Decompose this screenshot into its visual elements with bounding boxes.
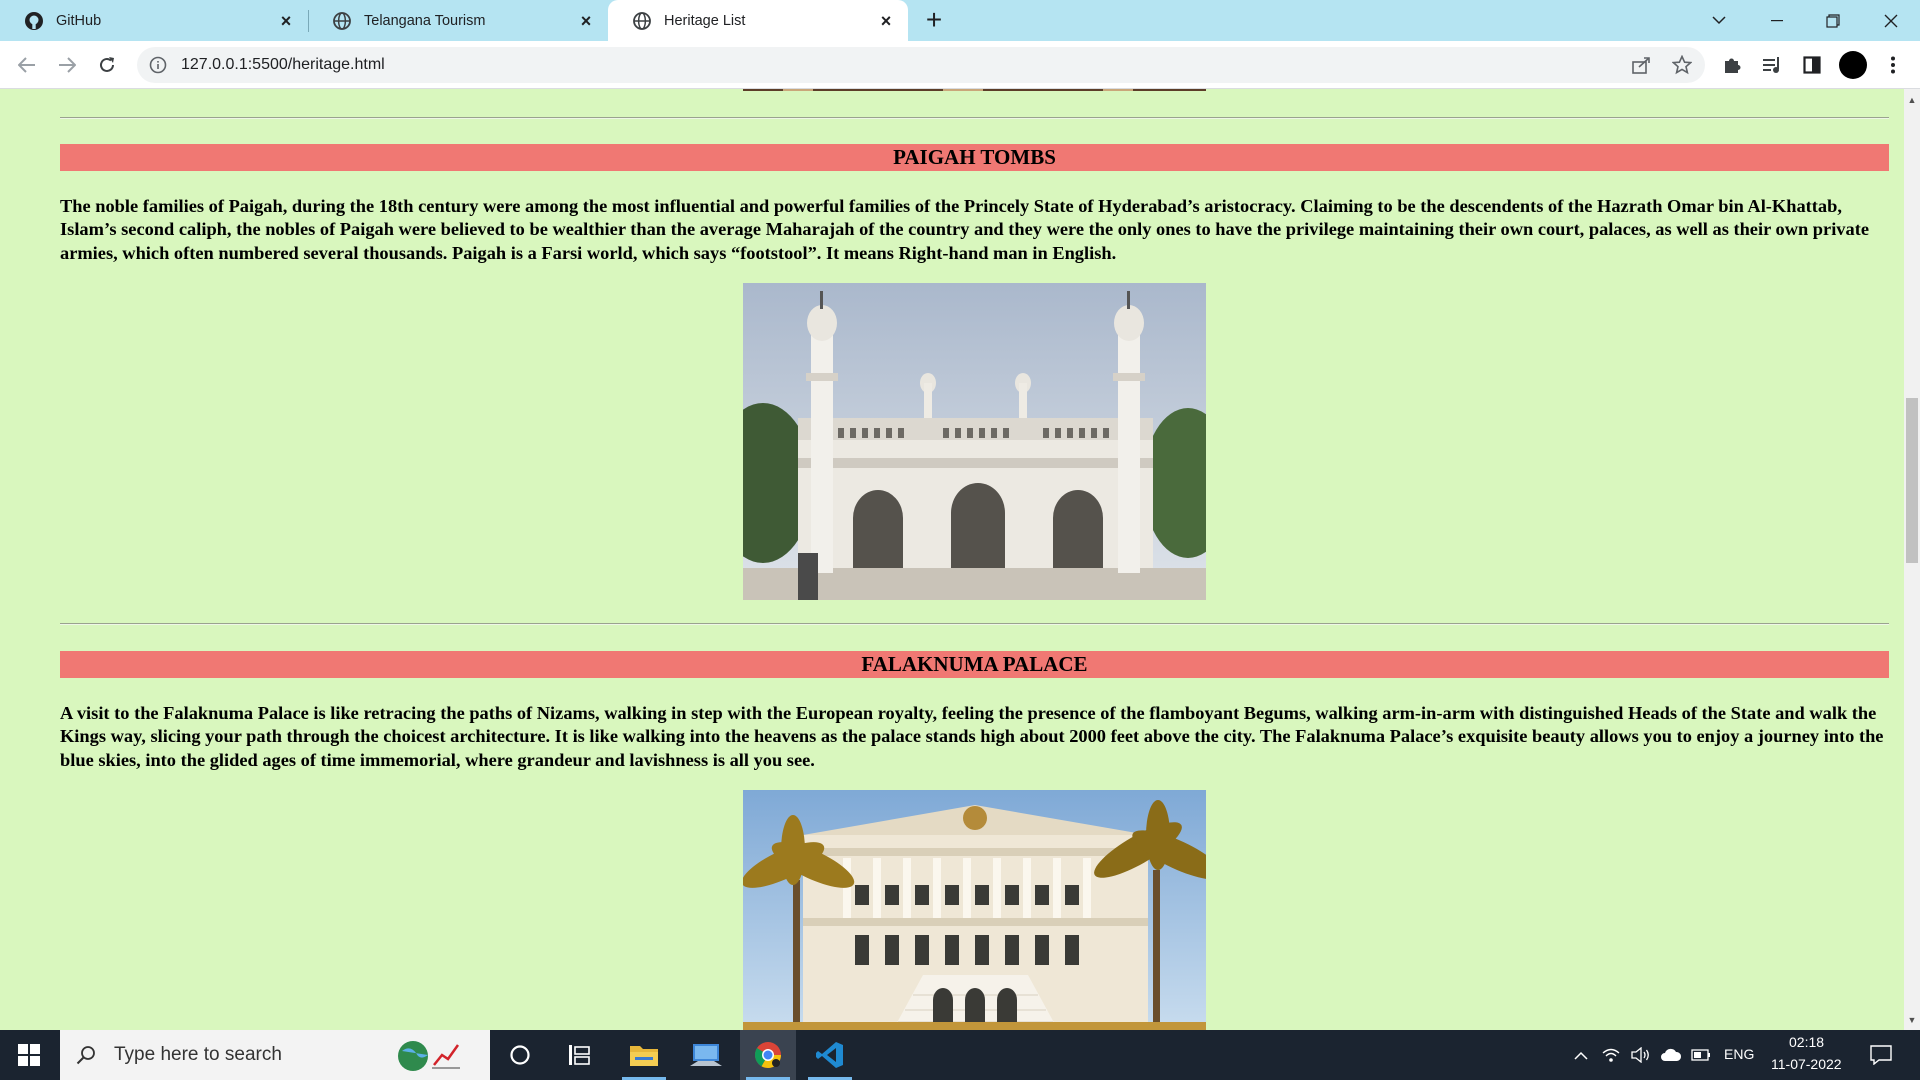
section-heading-paigah-tombs: PAIGAH TOMBS — [60, 144, 1889, 171]
address-bar[interactable]: 127.0.0.1:5500/heritage.html — [137, 47, 1705, 83]
restore-button[interactable] — [1810, 0, 1856, 41]
paigah-tombs-image — [743, 283, 1206, 600]
section-text-falaknuma-palace: A visit to the Falaknuma Palace is like … — [60, 703, 1884, 770]
profile-avatar[interactable] — [1839, 51, 1867, 79]
github-icon — [24, 11, 44, 31]
tab-heritage-list[interactable]: Heritage List × — [608, 0, 908, 41]
tab-title: Heritage List — [664, 12, 746, 29]
clock-time[interactable]: 02:18 — [1789, 1034, 1824, 1050]
wifi-icon[interactable] — [1597, 1030, 1625, 1080]
task-view-icon[interactable] — [552, 1030, 608, 1080]
share-icon[interactable] — [1628, 51, 1656, 79]
volume-icon[interactable] — [1627, 1030, 1655, 1080]
chrome-taskbar-icon[interactable] — [740, 1030, 796, 1080]
notifications-icon[interactable] — [1858, 1030, 1904, 1080]
reading-list-icon[interactable] — [1758, 51, 1786, 79]
search-placeholder: Type here to search — [114, 1044, 282, 1065]
side-panel-icon[interactable] — [1798, 51, 1826, 79]
scrollbar-thumb[interactable] — [1906, 398, 1918, 563]
section-text-paigah-tombs: The noble families of Paigah, during the… — [60, 196, 1869, 263]
windows-taskbar: Type here to search ENG 02:18 11-07-2022 — [0, 1030, 1920, 1080]
falaknuma-palace-image — [743, 790, 1206, 1030]
close-icon[interactable]: × — [276, 11, 296, 31]
globe-icon — [332, 11, 352, 31]
close-window-button[interactable] — [1868, 0, 1914, 41]
file-explorer-icon[interactable] — [616, 1030, 672, 1080]
globe-icon — [632, 11, 652, 31]
cortana-icon[interactable] — [492, 1030, 548, 1080]
close-icon[interactable]: × — [576, 11, 596, 31]
search-highlight-icon — [396, 1037, 462, 1078]
forward-button[interactable] — [51, 49, 83, 81]
start-button[interactable] — [0, 1030, 58, 1080]
extensions-puzzle-icon[interactable] — [1718, 51, 1746, 79]
browser-toolbar: 127.0.0.1:5500/heritage.html — [0, 41, 1920, 89]
scroll-up-arrow-icon[interactable]: ▲ — [1904, 92, 1920, 108]
minimize-button[interactable] — [1754, 0, 1800, 41]
more-menu-icon[interactable] — [1879, 51, 1907, 79]
taskbar-search-box[interactable]: Type here to search — [60, 1030, 490, 1080]
battery-icon[interactable] — [1687, 1030, 1715, 1080]
info-icon[interactable] — [149, 56, 167, 74]
page-content: PAIGAH TOMBS The noble families of Paiga… — [0, 89, 1904, 1030]
remote-desktop-icon[interactable] — [678, 1030, 734, 1080]
tab-title: GitHub — [56, 12, 102, 29]
show-hidden-icons-chevron-icon[interactable] — [1567, 1030, 1595, 1080]
divider — [60, 623, 1889, 625]
onedrive-cloud-icon[interactable] — [1657, 1030, 1685, 1080]
clock-date[interactable]: 11-07-2022 — [1771, 1056, 1842, 1072]
scroll-down-arrow-icon[interactable]: ▼ — [1904, 1012, 1920, 1028]
bookmark-star-icon[interactable] — [1668, 51, 1696, 79]
divider — [60, 117, 1889, 119]
new-tab-button[interactable]: + — [918, 5, 950, 37]
language-indicator[interactable]: ENG — [1724, 1046, 1754, 1062]
section-heading-falaknuma-palace: FALAKNUMA PALACE — [60, 651, 1889, 678]
vscode-taskbar-icon[interactable] — [802, 1030, 858, 1080]
close-icon[interactable]: × — [876, 11, 896, 31]
url-text: 127.0.0.1:5500/heritage.html — [181, 56, 385, 73]
tab-search-chevron-icon[interactable] — [1696, 0, 1742, 41]
tab-title: Telangana Tourism — [364, 12, 486, 29]
tab-telangana-tourism[interactable]: Telangana Tourism × — [308, 0, 609, 41]
back-button[interactable] — [11, 49, 43, 81]
browser-titlebar: GitHub × Telangana Tourism × Heritage Li… — [0, 0, 1920, 41]
search-icon — [76, 1045, 96, 1065]
windows-logo-icon — [18, 1044, 40, 1066]
previous-section-image — [743, 89, 1206, 91]
reload-button[interactable] — [91, 49, 123, 81]
tab-github[interactable]: GitHub × — [0, 0, 309, 41]
